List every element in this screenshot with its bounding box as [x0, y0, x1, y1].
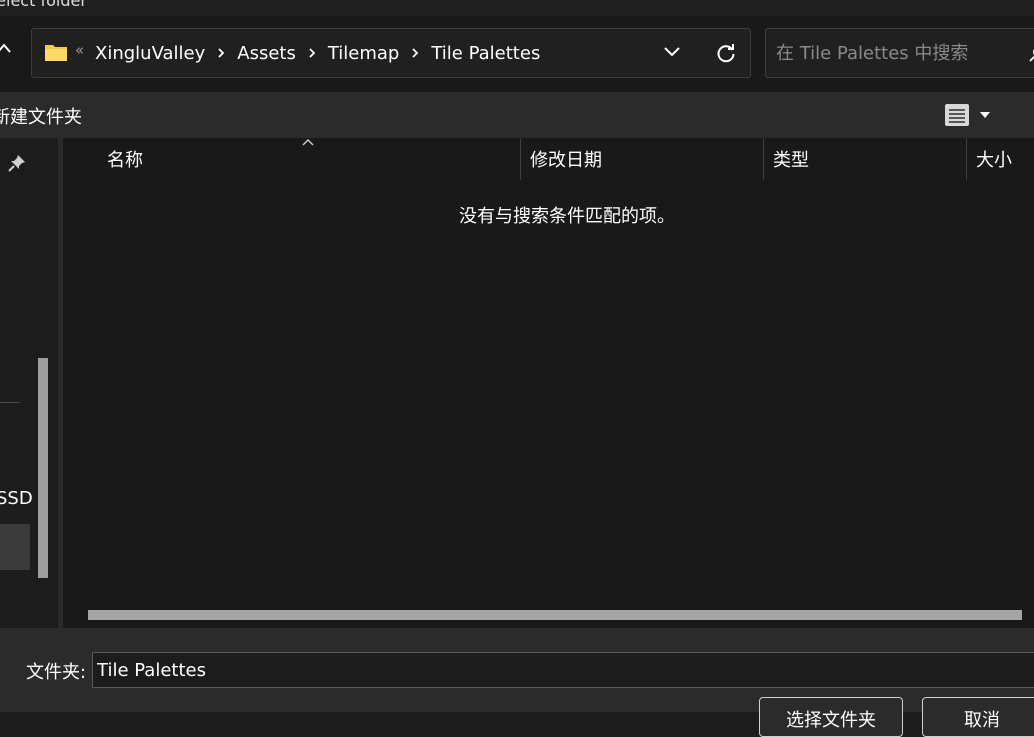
chevron-right-icon[interactable] — [399, 46, 431, 60]
nav-scrollbar-thumb[interactable] — [38, 358, 48, 578]
search-box[interactable] — [765, 28, 1034, 78]
column-divider[interactable] — [520, 138, 521, 180]
column-header-name[interactable]: 名称 — [107, 138, 143, 180]
empty-results-message: 没有与搜索条件匹配的项。 — [459, 206, 675, 227]
up-arrow-icon[interactable] — [0, 40, 14, 60]
select-folder-button[interactable]: 选择文件夹 — [759, 697, 903, 737]
caret-down-icon — [980, 112, 990, 118]
command-bar: 新建文件夹 — [0, 92, 1034, 138]
new-folder-button[interactable]: 新建文件夹 — [0, 103, 82, 129]
dialog-footer: 文件夹: 选择文件夹 取消 — [0, 628, 1034, 737]
column-divider[interactable] — [966, 138, 967, 180]
column-divider[interactable] — [763, 138, 764, 180]
window-title: Select folder — [0, 0, 87, 10]
search-icon[interactable] — [1028, 45, 1034, 63]
address-bar[interactable]: « XingluValley Assets Tilemap Tile Palet… — [31, 28, 751, 78]
breadcrumb-item[interactable]: XingluValley — [95, 43, 205, 64]
view-options-button[interactable] — [940, 100, 1000, 130]
breadcrumb-item[interactable]: Assets — [237, 43, 296, 64]
nav-divider — [0, 402, 20, 403]
folder-label: 文件夹: — [26, 662, 87, 683]
chevron-down-icon[interactable] — [662, 45, 682, 59]
pin-icon[interactable] — [8, 154, 26, 172]
column-header-type[interactable]: 类型 — [773, 138, 809, 180]
breadcrumb-item[interactable]: Tilemap — [328, 43, 400, 64]
folder-icon — [45, 45, 67, 61]
navigation-pane: SSD — [0, 138, 58, 628]
breadcrumb-item[interactable]: Tile Palettes — [431, 43, 540, 64]
horizontal-scrollbar[interactable] — [88, 610, 1022, 620]
column-header-size[interactable]: 大小 — [976, 138, 1012, 180]
address-overflow[interactable]: « — [75, 41, 84, 59]
file-list: 名称 修改日期 类型 大小 没有与搜索条件匹配的项。 — [63, 138, 1034, 628]
nav-item-ssd[interactable]: SSD — [0, 488, 33, 509]
cancel-button[interactable]: 取消 — [922, 697, 1034, 737]
search-input[interactable] — [776, 41, 1026, 65]
folder-name-field[interactable] — [92, 652, 1034, 688]
chevron-right-icon[interactable] — [205, 46, 237, 60]
sort-ascending-icon — [302, 139, 314, 146]
navigation-row: « XingluValley Assets Tilemap Tile Palet… — [0, 16, 1034, 92]
refresh-icon[interactable] — [715, 42, 737, 64]
nav-item-selected[interactable] — [0, 524, 30, 570]
breadcrumb: XingluValley Assets Tilemap Tile Palette… — [95, 29, 540, 77]
chevron-right-icon[interactable] — [296, 46, 328, 60]
view-details-icon — [945, 104, 969, 126]
title-bar: Select folder — [0, 0, 1034, 16]
column-header-modified[interactable]: 修改日期 — [530, 138, 602, 180]
